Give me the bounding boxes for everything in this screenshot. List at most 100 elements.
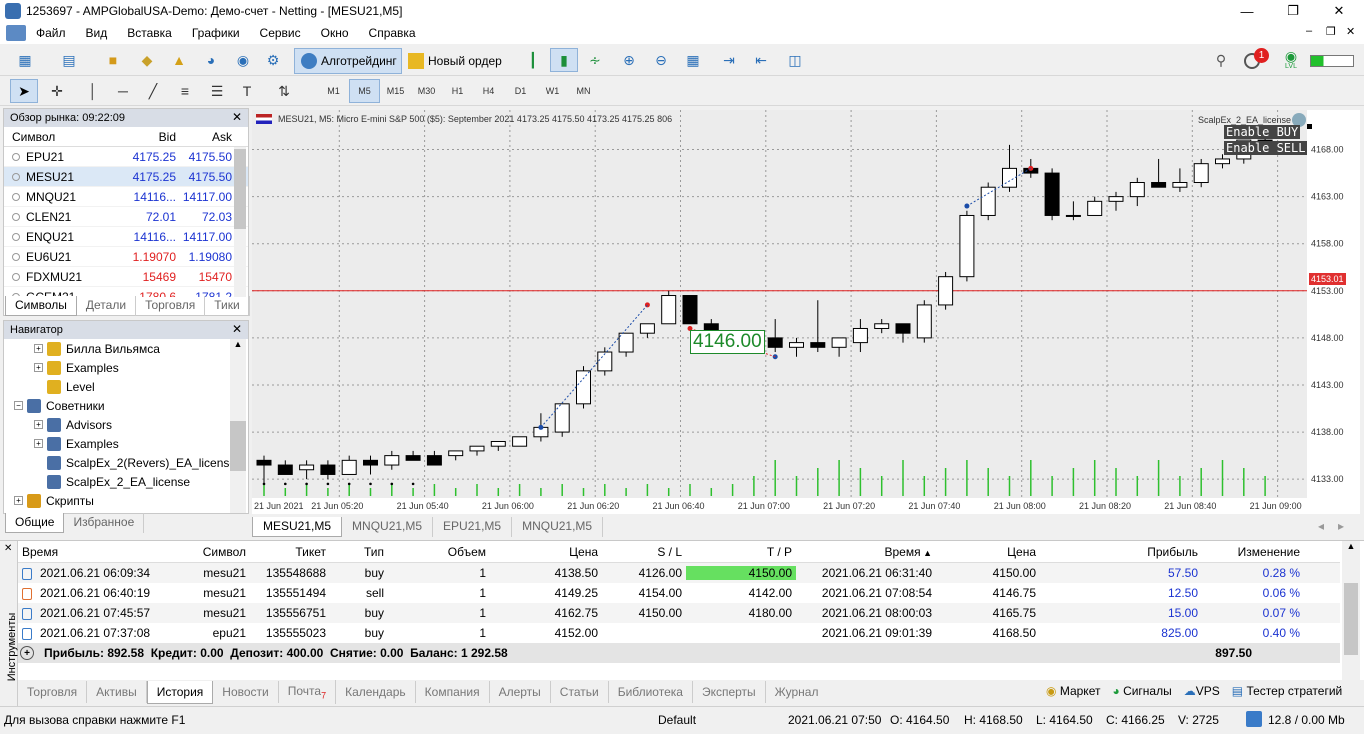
new-chart-icon[interactable]: ▦ (12, 48, 38, 72)
history-row[interactable]: 2021.06.21 07:45:57 mesu21 135556751 buy 1 41… (18, 603, 1340, 623)
enable-buy-button[interactable]: Enable BUY (1224, 125, 1301, 139)
profiles-icon[interactable]: ▤ (56, 48, 82, 72)
timeframe-h1[interactable]: H1 (442, 79, 473, 103)
fibonacci-icon[interactable]: ≡ (172, 79, 198, 103)
toolbox-close-icon[interactable]: ✕ (4, 543, 12, 554)
tab-history[interactable]: История (146, 680, 214, 704)
tab-news[interactable]: Новости (213, 681, 279, 703)
history-row[interactable]: 2021.06.21 06:09:34 mesu21 135548688 buy 1 41… (18, 563, 1340, 583)
chart-tabs-next-icon[interactable]: ▸ (1328, 517, 1354, 535)
tree-expand-icon[interactable]: + (14, 496, 23, 505)
navigator-item[interactable]: + Билла Вильямса (4, 339, 248, 358)
col-close-time[interactable]: Время ▲ (796, 545, 936, 559)
tree-expand-icon[interactable]: + (34, 420, 43, 429)
tab-trading[interactable]: Торговля (136, 296, 206, 316)
tile-windows-icon[interactable]: ▦ (680, 48, 706, 72)
options-icon[interactable]: ⚙ (260, 48, 286, 72)
market-watch-close-icon[interactable]: ✕ (232, 110, 242, 124)
navigator-item[interactable]: − Советники (4, 396, 248, 415)
chart-tab-epu21[interactable]: EPU21,M5 (433, 517, 513, 537)
navigator-icon[interactable]: ▲ (166, 48, 192, 72)
timeframe-mn[interactable]: MN (568, 79, 599, 103)
col-volume[interactable]: Объем (388, 545, 490, 559)
tab-favorites[interactable]: Избранное (64, 513, 145, 533)
algo-trading-button[interactable]: Алготрейдинг (294, 48, 402, 74)
market-watch-row[interactable]: MESU21 4175.25 4175.50 (4, 167, 248, 187)
tab-journal[interactable]: Журнал (766, 681, 828, 703)
enable-sell-button[interactable]: Enable SELL (1224, 141, 1308, 155)
market-tab[interactable]: ◉ Маркет (1046, 684, 1100, 698)
col-symbol[interactable]: Символ (4, 130, 120, 144)
timeframe-m15[interactable]: M15 (380, 79, 411, 103)
navigator-item[interactable]: + Advisors (4, 415, 248, 434)
tab-common[interactable]: Общие (5, 513, 65, 533)
arrows-icon[interactable]: ⇅ (266, 79, 302, 103)
market-watch-icon[interactable]: ■ (100, 48, 126, 72)
chart-tab-mnqu21-b[interactable]: MNQU21,M5 (512, 517, 604, 537)
navigator-item[interactable]: Level (4, 377, 248, 396)
history-row[interactable]: 2021.06.21 06:40:19 mesu21 135551494 sell 1 4… (18, 583, 1340, 603)
menu-charts[interactable]: Графики (182, 26, 250, 40)
market-watch-row[interactable]: ENQU21 14116... 14117.00 (4, 227, 248, 247)
menu-view[interactable]: Вид (76, 26, 118, 40)
tab-mailbox[interactable]: Почта7 (279, 679, 337, 705)
vertical-line-icon[interactable]: │ (80, 79, 106, 103)
toolbox-icon[interactable]: ◕ (198, 48, 224, 72)
col-ask[interactable]: Ask (176, 130, 232, 144)
strategy-tester-tab[interactable]: ▤ Тестер стратегий (1232, 684, 1342, 698)
market-watch-scrollbar[interactable] (234, 147, 246, 297)
minimize-button[interactable]: — (1224, 0, 1270, 22)
channels-icon[interactable]: ☰ (204, 79, 230, 103)
app-menu-icon[interactable] (6, 25, 26, 41)
new-order-button[interactable]: Новый ордер (406, 48, 510, 74)
cursor-icon[interactable]: ➤ (10, 79, 38, 103)
navigator-scrollbar[interactable]: ▲ (230, 339, 246, 513)
tab-alerts[interactable]: Алерты (490, 681, 551, 703)
col-sl[interactable]: S / L (602, 545, 686, 559)
tab-exposure[interactable]: Активы (87, 681, 147, 703)
chart-tab-mesu21[interactable]: MESU21,M5 (252, 517, 343, 537)
tab-ticks[interactable]: Тики (205, 296, 250, 316)
menu-file[interactable]: Файл (26, 26, 76, 40)
menu-tools[interactable]: Сервис (250, 26, 311, 40)
close-button[interactable]: ✕ (1316, 0, 1362, 22)
templates-icon[interactable]: ◫ (782, 48, 808, 72)
mdi-close-button[interactable]: ✕ (1346, 25, 1355, 38)
timeframe-m5[interactable]: M5 (349, 79, 380, 103)
market-watch-row[interactable]: FDXMU21 15469 15470 (4, 267, 248, 287)
signal-level-indicator[interactable]: ◉ LVL (1280, 49, 1302, 73)
strategy-tester-icon[interactable]: ◉ (230, 48, 256, 72)
maximize-button[interactable]: ❐ (1270, 0, 1316, 22)
col-price[interactable]: Цена (490, 545, 602, 559)
col-profit[interactable]: Прибыль (1040, 545, 1202, 559)
col-ticket[interactable]: Тикет (250, 545, 330, 559)
timeframe-m1[interactable]: M1 (318, 79, 349, 103)
signals-tab[interactable]: ◕ Сигналы (1112, 684, 1171, 698)
history-row[interactable]: 2021.06.21 07:37:08 epu21 135555023 buy 1 415… (18, 623, 1340, 643)
navigator-item[interactable]: ScalpEx_2_EA_license (4, 472, 248, 491)
price-chart[interactable]: 4168.00 4163.00 4158.00 4153.00 4148.00 4143.… (252, 110, 1360, 514)
tab-experts[interactable]: Эксперты (693, 681, 766, 703)
horizontal-line-icon[interactable]: ─ (110, 79, 136, 103)
navigator-item[interactable]: + Examples (4, 434, 248, 453)
search-icon[interactable]: ⚲ (1208, 48, 1234, 72)
market-watch-row[interactable]: EPU21 4175.25 4175.50 (4, 147, 248, 167)
col-type[interactable]: Тип (330, 545, 388, 559)
crosshair-icon[interactable]: ✛ (44, 79, 70, 103)
market-watch-row[interactable]: CLEN21 72.01 72.03 (4, 207, 248, 227)
mdi-minimize-button[interactable]: – (1306, 25, 1312, 37)
data-window-icon[interactable]: ◆ (134, 48, 160, 72)
timeframe-d1[interactable]: D1 (505, 79, 536, 103)
timeframe-w1[interactable]: W1 (537, 79, 568, 103)
col-time[interactable]: Время (18, 545, 158, 559)
zoom-out-icon[interactable]: ⊖ (648, 48, 674, 72)
col-close-price[interactable]: Цена (936, 545, 1040, 559)
menu-help[interactable]: Справка (359, 26, 426, 40)
vps-tab[interactable]: ☁VPS (1184, 684, 1220, 698)
timeframe-h4[interactable]: H4 (473, 79, 504, 103)
tab-company[interactable]: Компания (416, 681, 490, 703)
tab-details[interactable]: Детали (77, 296, 137, 316)
tab-calendar[interactable]: Календарь (336, 681, 416, 703)
tree-expand-icon[interactable]: + (34, 439, 43, 448)
mdi-restore-button[interactable]: ❐ (1326, 25, 1336, 38)
